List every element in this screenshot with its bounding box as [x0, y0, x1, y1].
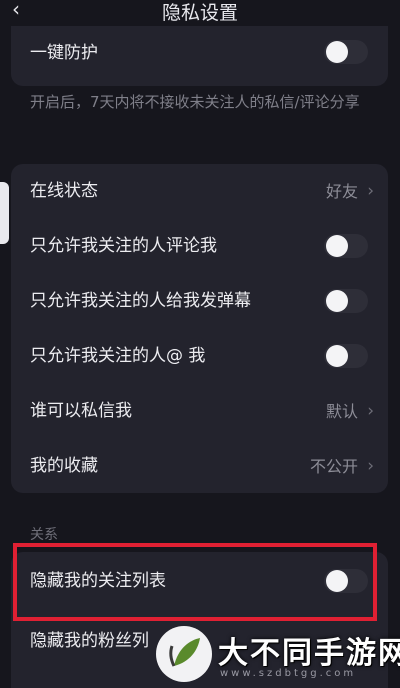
privacy-row-dm[interactable]: 谁可以私信我 默认 › [11, 384, 388, 439]
toggle-knob [326, 235, 348, 257]
privacy-row-mention[interactable]: 只允许我关注的人@ 我 [11, 329, 388, 384]
toggle-knob [326, 290, 348, 312]
row-value: 好友 [325, 182, 358, 201]
row-label: 只允许我关注的人评论我 [30, 236, 217, 256]
privacy-row-danmaku[interactable]: 只允许我关注的人给我发弹幕 [11, 274, 388, 329]
page-title: 隐私设置 [161, 2, 238, 24]
chevron-right-icon: › [367, 181, 374, 201]
row-label: 我的收藏 [30, 456, 98, 476]
row-value: 不公开 [309, 457, 358, 476]
protection-toggle[interactable] [324, 40, 368, 64]
highlight-box [13, 543, 377, 621]
side-floating-tab[interactable] [0, 182, 9, 244]
protection-label: 一键防护 [30, 43, 98, 63]
toggle-knob [326, 41, 348, 63]
top-bar: ‹ 隐私设置 [0, 0, 400, 26]
section-label-relations: 关系 [30, 527, 58, 543]
danmaku-toggle[interactable] [324, 289, 368, 313]
row-label: 只允许我关注的人给我发弹幕 [30, 291, 251, 311]
privacy-row-online-status[interactable]: 在线状态 好友 › [11, 164, 388, 219]
row-label: 在线状态 [30, 181, 98, 201]
mention-toggle[interactable] [324, 344, 368, 368]
privacy-row-favorites[interactable]: 我的收藏 不公开 › [11, 439, 388, 494]
protection-row[interactable]: 一键防护 [11, 26, 388, 81]
privacy-card: 在线状态 好友 › 只允许我关注的人评论我 只允许我关注的人给我发弹幕 只允许我… [11, 164, 388, 493]
protection-description: 开启后，7天内将不接收未关注人的私信/评论分享 [30, 93, 360, 111]
watermark-text: 大不同手游网 [218, 636, 400, 671]
row-value: 默认 [325, 402, 358, 421]
watermark-logo-icon [156, 626, 212, 682]
row-label: 谁可以私信我 [30, 401, 132, 421]
watermark: 大不同手游网 www.szdbtgg.com [150, 622, 400, 688]
chevron-right-icon: › [367, 401, 374, 421]
row-label: 隐藏我的粉丝列 [30, 631, 149, 651]
chevron-right-icon: › [367, 456, 374, 476]
watermark-url: www.szdbtgg.com [220, 668, 357, 679]
privacy-row-comment[interactable]: 只允许我关注的人评论我 [11, 219, 388, 274]
protection-card: 一键防护 [11, 26, 388, 86]
row-label: 只允许我关注的人@ 我 [30, 346, 206, 366]
comment-toggle[interactable] [324, 234, 368, 258]
toggle-knob [326, 345, 348, 367]
